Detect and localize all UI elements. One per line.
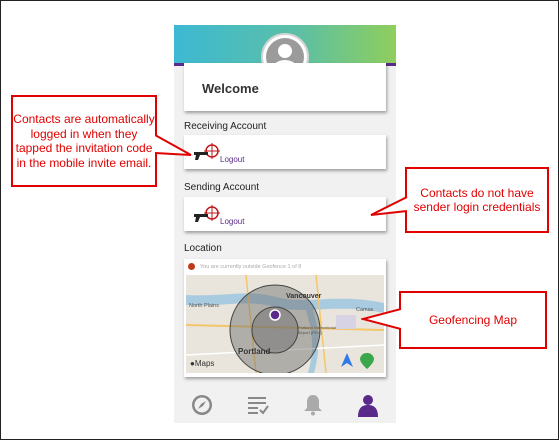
geofence-status-text: You are currently outside Geofence 1 of … [200, 263, 302, 270]
callout-arrow-left [155, 134, 192, 156]
map-label-vancouver: Vancouver [286, 293, 322, 300]
callout-no-credentials: Contacts do not have sender login creden… [405, 167, 549, 233]
compass-icon[interactable] [190, 393, 214, 417]
maps-brand: ●Maps [190, 359, 214, 368]
callout-arrow-right-bottom [361, 308, 401, 330]
sending-account-label: Sending Account [184, 182, 260, 193]
welcome-title: Welcome [202, 81, 259, 96]
person-icon[interactable] [356, 393, 380, 417]
receiving-account-card: Logout [184, 135, 386, 169]
location-label: Location [184, 243, 222, 254]
map-graphic [186, 275, 384, 373]
callout-geofencing-map: Geofencing Map [399, 291, 547, 349]
phone-screen: Welcome Receiving Account Logout Sending… [174, 25, 396, 423]
callout-auto-login-text: Contacts are automatically logged in whe… [13, 112, 155, 170]
callout-auto-login: Contacts are automatically logged in whe… [11, 95, 157, 187]
callout-geofencing-map-text: Geofencing Map [428, 312, 518, 327]
map-label-north-plains: North Plains [189, 303, 219, 309]
callout-arrow-right-top [370, 196, 408, 216]
crosshair-gun-icon [194, 143, 220, 160]
welcome-card: Welcome [184, 63, 386, 111]
crosshair-gun-icon [194, 205, 220, 222]
checklist-icon[interactable] [246, 393, 270, 417]
map-label-portland: Portland [238, 347, 271, 356]
map-card: You are currently outside Geofence 1 of … [184, 259, 386, 377]
receiving-logout-link[interactable]: Logout [220, 155, 244, 164]
bell-icon[interactable] [301, 393, 325, 417]
sending-account-card: Logout [184, 197, 386, 231]
maps-brand-label: Maps [194, 359, 215, 368]
geofencing-map[interactable]: Vancouver Portland North Plains Camas Po… [186, 275, 384, 373]
sending-logout-link[interactable]: Logout [220, 217, 244, 226]
callout-no-credentials-text: Contacts do not have sender login creden… [413, 185, 541, 215]
receiving-account-label: Receiving Account [184, 121, 267, 132]
map-label-airport: Portland International Airport (PDX) [298, 325, 337, 335]
status-dot [188, 263, 195, 270]
tab-bar [174, 385, 396, 423]
geofence-status: You are currently outside Geofence 1 of … [188, 263, 301, 270]
